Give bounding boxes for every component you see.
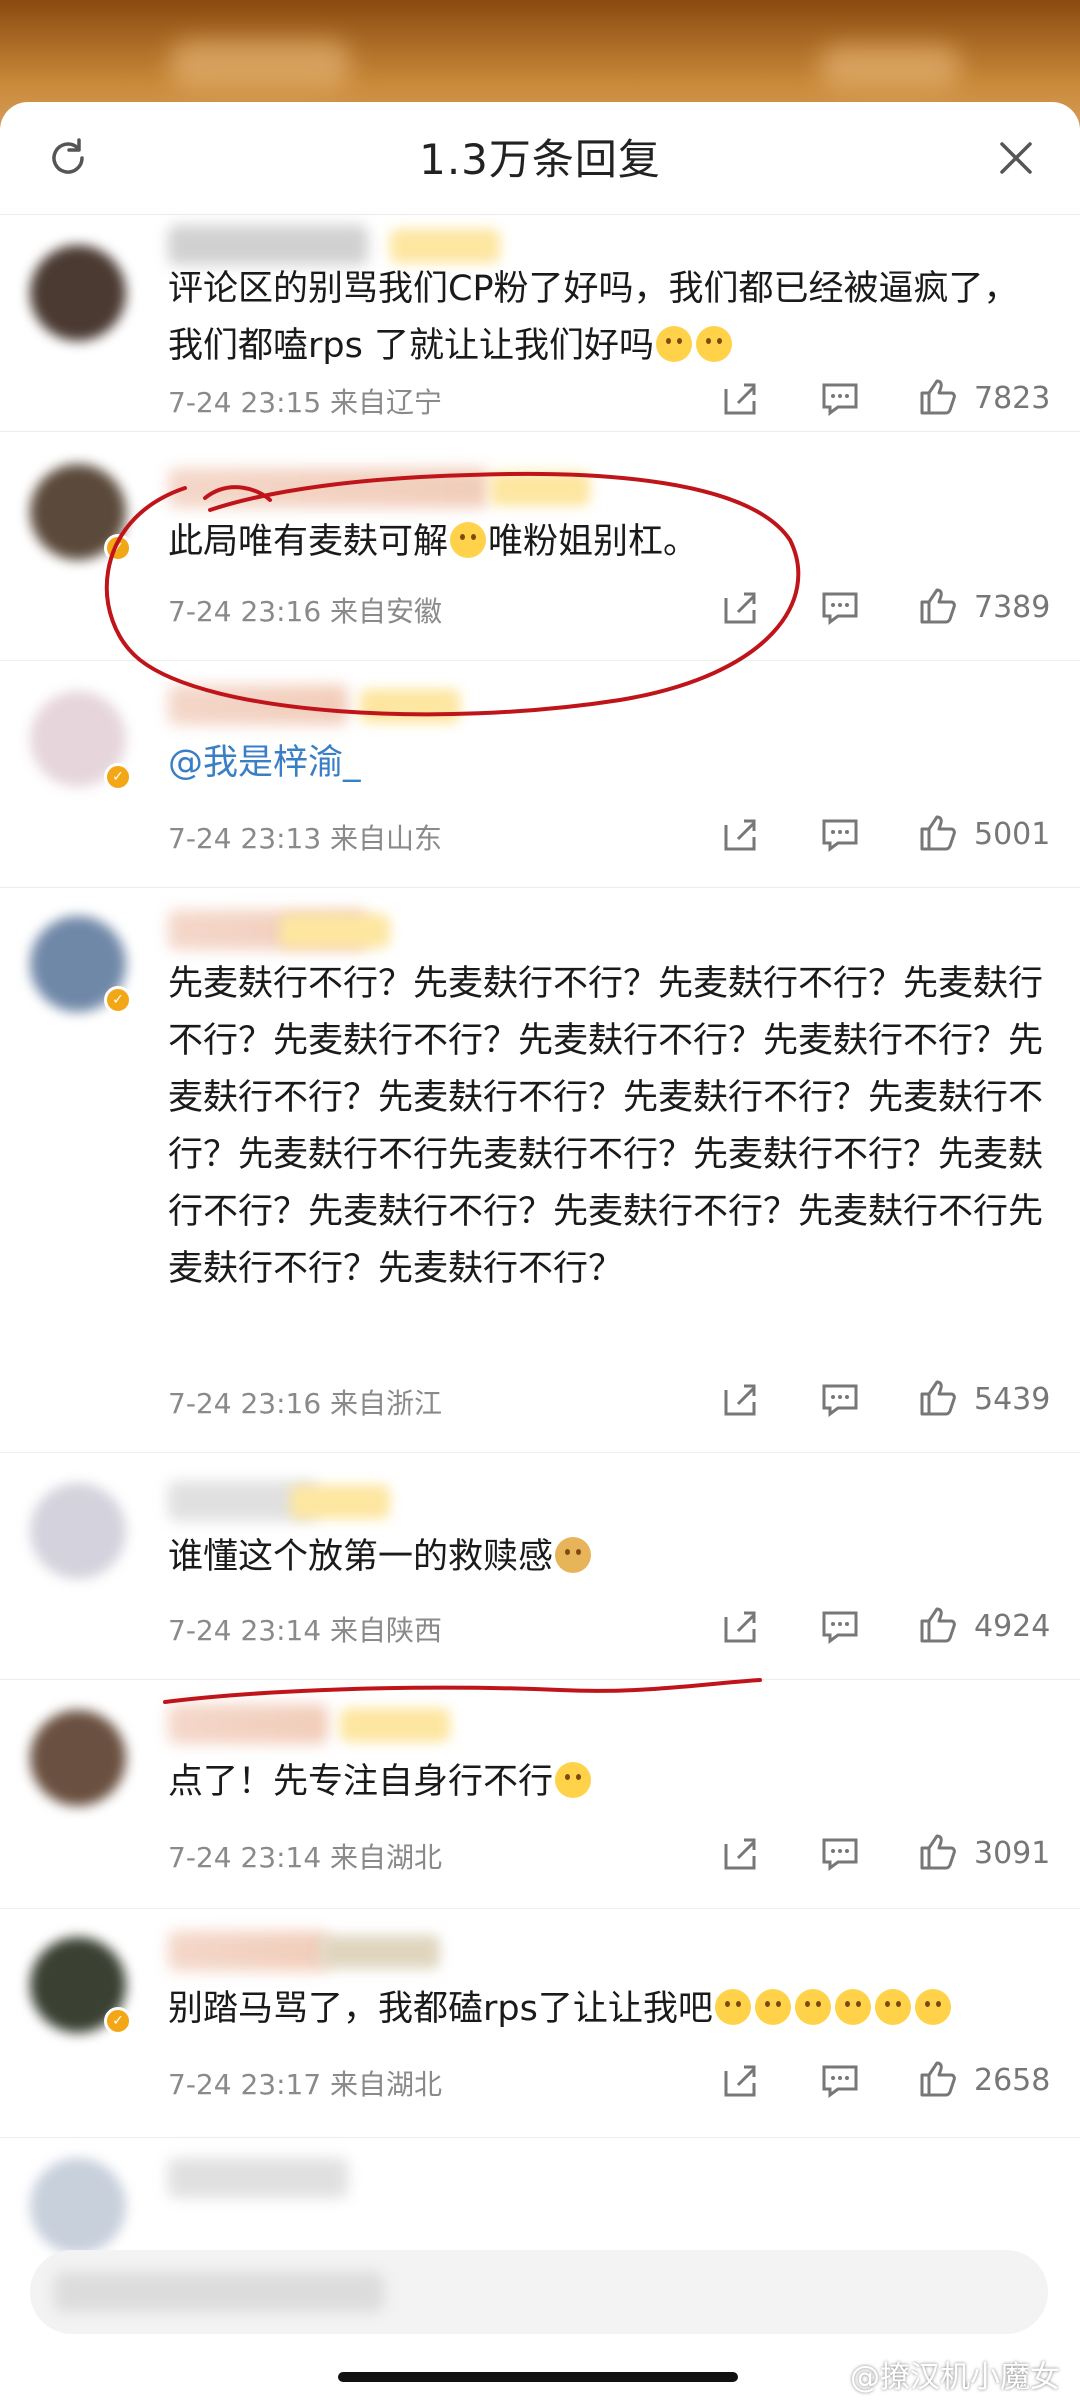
share-icon[interactable] <box>718 586 762 630</box>
comment-item: 谁懂这个放第一的救赎感 7-24 23:14 来自陕西 4924 <box>0 1453 1080 1680</box>
username[interactable] <box>168 2158 348 2198</box>
comment-text: 谁懂这个放第一的救赎感 <box>168 1529 1046 1586</box>
comment-icon[interactable] <box>818 377 862 421</box>
username[interactable] <box>168 225 368 265</box>
verified-badge-icon: ✓ <box>104 534 132 562</box>
verified-badge-icon: ✓ <box>104 2007 132 2035</box>
page-title: 1.3万条回复 <box>419 135 661 184</box>
share-icon[interactable] <box>718 377 762 421</box>
share-icon[interactable] <box>718 813 762 857</box>
user-badge <box>290 1485 390 1519</box>
like-count: 5001 <box>974 817 1051 852</box>
like-icon[interactable] <box>916 375 960 419</box>
user-badge <box>280 914 390 948</box>
thinking-emoji-icon <box>450 522 487 558</box>
comment-item: ✓ 此局唯有麦麸可解 唯粉姐别杠。 7-24 23:16 来自安徽 7389 <box>0 432 1080 661</box>
like-count: 4924 <box>974 1609 1051 1644</box>
user-badge <box>390 229 500 263</box>
comment-text: 先麦麸行不行？先麦麸行不行？先麦麸行不行？先麦麸行不行？先麦麸行不行？先麦麸行不… <box>168 964 1044 1289</box>
comment-meta: 7-24 23:13 来自山东 <box>168 822 443 855</box>
share-icon[interactable] <box>718 1605 762 1649</box>
replies-sheet: 1.3万条回复 评论区的别骂我们CP粉了好吗，我们都已经被逼疯了，我们都嗑rps… <box>0 102 1080 2400</box>
share-icon[interactable] <box>718 1378 762 1422</box>
username[interactable] <box>168 685 348 725</box>
like-count: 3091 <box>974 1836 1051 1871</box>
verified-badge-icon: ✓ <box>104 763 132 791</box>
user-badge <box>490 472 590 506</box>
comment-icon[interactable] <box>818 1605 862 1649</box>
smile-emoji-icon <box>874 1989 911 2025</box>
comment-icon[interactable] <box>818 1832 862 1876</box>
smile-emoji-icon <box>754 1989 791 2025</box>
close-icon[interactable] <box>994 136 1038 180</box>
comment-meta: 7-24 23:14 来自陕西 <box>168 1614 443 1647</box>
like-icon[interactable] <box>916 1376 960 1420</box>
username[interactable] <box>168 1931 328 1971</box>
like-count: 7823 <box>974 381 1051 416</box>
comment-text: 评论区的别骂我们CP粉了好吗，我们都已经被逼疯了，我们都嗑rps 了就让让我们好… <box>168 269 1019 366</box>
comment-icon[interactable] <box>818 813 862 857</box>
smile-emoji-icon <box>695 326 732 362</box>
comment-meta: 7-24 23:16 来自浙江 <box>168 1387 443 1420</box>
comment-meta: 7-24 23:17 来自湖北 <box>168 2068 443 2101</box>
like-count: 2658 <box>974 2063 1051 2098</box>
like-icon[interactable] <box>916 811 960 855</box>
username[interactable] <box>168 1704 328 1744</box>
mention-link[interactable]: @我是梓渝_ <box>168 735 1046 792</box>
smile-emoji-icon <box>834 1989 871 2025</box>
share-icon[interactable] <box>718 2059 762 2103</box>
home-indicator[interactable] <box>338 2372 738 2382</box>
user-badge <box>340 1708 450 1742</box>
smile-emoji-icon <box>655 326 692 362</box>
dog-emoji-icon <box>555 1537 592 1573</box>
like-icon[interactable] <box>916 584 960 628</box>
comment-meta: 7-24 23:15 来自辽宁 <box>168 386 443 419</box>
comment-item: 点了！先专注自身行不行 7-24 23:14 来自湖北 3091 <box>0 1680 1080 1909</box>
like-count: 5439 <box>974 1382 1051 1417</box>
reply-placeholder <box>54 2272 384 2312</box>
avatar[interactable] <box>30 1483 126 1579</box>
smile-emoji-icon <box>914 1989 951 2025</box>
comment-item <box>0 2138 1080 2258</box>
comment-item: ✓ 别踏马骂了，我都磕rps了让让我吧 7-24 23:17 来自湖北 2658 <box>0 1909 1080 2138</box>
watermark: @撩汉机小魔女 <box>850 2360 1060 2395</box>
share-icon[interactable] <box>718 1832 762 1876</box>
comment-item: ✓ 先麦麸行不行？先麦麸行不行？先麦麸行不行？先麦麸行不行？先麦麸行不行？先麦麸… <box>0 888 1080 1453</box>
user-badge <box>360 689 460 723</box>
comment-text: 点了！先专注自身行不行 <box>168 1754 1046 1811</box>
avatar[interactable] <box>30 1710 126 1806</box>
comment-meta: 7-24 23:16 来自安徽 <box>168 595 443 628</box>
avatar[interactable] <box>30 245 126 341</box>
comment-icon[interactable] <box>818 2059 862 2103</box>
smile-emoji-icon <box>714 1989 751 2025</box>
sheet-header: 1.3万条回复 <box>0 102 1080 215</box>
comment-item: 评论区的别骂我们CP粉了好吗，我们都已经被逼疯了，我们都嗑rps 了就让让我们好… <box>0 215 1080 432</box>
like-icon[interactable] <box>916 2057 960 2101</box>
username[interactable] <box>168 468 488 508</box>
reply-input[interactable] <box>30 2250 1048 2334</box>
like-icon[interactable] <box>916 1603 960 1647</box>
avatar[interactable] <box>30 2158 126 2254</box>
user-badge <box>320 1935 440 1969</box>
like-count: 7389 <box>974 590 1051 625</box>
like-icon[interactable] <box>916 1830 960 1874</box>
comment-text: 此局唯有麦麸可解 唯粉姐别杠。 <box>168 522 699 562</box>
verified-badge-icon: ✓ <box>104 986 132 1014</box>
smile-emoji-icon <box>555 1762 592 1798</box>
comment-icon[interactable] <box>818 1378 862 1422</box>
comment-text: 别踏马骂了，我都磕rps了让让我吧 <box>168 1981 1046 2038</box>
comment-icon[interactable] <box>818 586 862 630</box>
comment-meta: 7-24 23:14 来自湖北 <box>168 1841 443 1874</box>
smile-emoji-icon <box>794 1989 831 2025</box>
comment-item: ✓ @我是梓渝_ 7-24 23:13 来自山东 5001 <box>0 661 1080 888</box>
